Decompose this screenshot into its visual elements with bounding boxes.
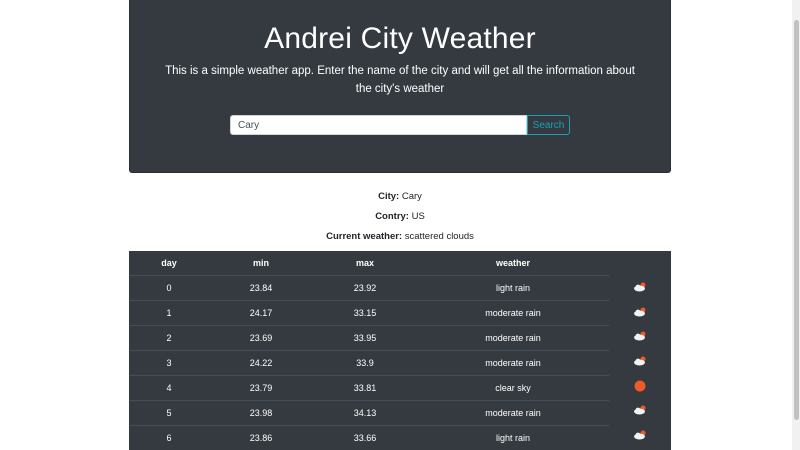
column-header-weather: weather bbox=[495, 258, 530, 268]
column-header-day: day bbox=[161, 258, 177, 268]
city-search-input[interactable] bbox=[230, 115, 527, 135]
icon-cell bbox=[609, 275, 671, 300]
cloud-sun-icon bbox=[634, 405, 646, 415]
country-label: Contry: bbox=[375, 211, 409, 222]
sun-icon bbox=[634, 380, 646, 392]
country-info: Contry: US bbox=[0, 211, 800, 222]
forecast-table: day min max weather 0 23.84 23.92 light … bbox=[129, 251, 671, 450]
table-row: 2 23.69 33.95 moderate rain bbox=[129, 325, 609, 351]
table-row: 0 23.84 23.92 light rain bbox=[129, 275, 609, 301]
search-button[interactable]: Search bbox=[527, 115, 570, 135]
city-info: City: Cary bbox=[0, 191, 800, 202]
max-cell: 33.81 bbox=[313, 375, 417, 401]
weather-cell: moderate rain bbox=[417, 400, 609, 426]
column-header-max: max bbox=[355, 258, 374, 268]
day-cell: 1 bbox=[129, 300, 209, 326]
weather-cell: moderate rain bbox=[417, 325, 609, 351]
min-cell: 24.22 bbox=[209, 350, 313, 376]
cloud-sun-icon bbox=[634, 356, 646, 366]
search-bar: Search bbox=[230, 115, 570, 135]
max-cell: 34.13 bbox=[313, 400, 417, 426]
cloud-sun-icon bbox=[634, 331, 646, 341]
min-cell: 23.86 bbox=[209, 425, 313, 450]
max-cell: 33.15 bbox=[313, 300, 417, 326]
weather-cell: light rain bbox=[417, 275, 609, 301]
table-row: 5 23.98 34.13 moderate rain bbox=[129, 400, 609, 426]
city-value: Cary bbox=[401, 191, 422, 202]
app-description: This is a simple weather app. Enter the … bbox=[165, 65, 635, 95]
icon-cell bbox=[609, 373, 671, 398]
min-cell: 23.69 bbox=[209, 325, 313, 351]
min-cell: 23.98 bbox=[209, 400, 313, 426]
max-cell: 33.66 bbox=[313, 425, 417, 450]
weather-cell: moderate rain bbox=[417, 350, 609, 376]
day-cell: 4 bbox=[129, 375, 209, 401]
header-banner: Andrei City Weather This is a simple wea… bbox=[129, 0, 671, 173]
icon-cell bbox=[609, 300, 671, 325]
cloud-sun-icon bbox=[634, 430, 646, 440]
weather-cell: light rain bbox=[417, 425, 609, 450]
icon-cell bbox=[609, 324, 671, 349]
current-weather-label: Current weather: bbox=[326, 231, 403, 242]
icon-cell bbox=[609, 349, 671, 374]
city-label: City: bbox=[378, 191, 400, 202]
page-title: Andrei City Weather bbox=[264, 22, 536, 55]
icon-cell bbox=[609, 423, 671, 448]
min-cell: 23.79 bbox=[209, 375, 313, 401]
current-weather-info: Current weather: scattered clouds bbox=[0, 231, 800, 242]
day-cell: 5 bbox=[129, 400, 209, 426]
table-row: 6 23.86 33.66 light rain bbox=[129, 425, 609, 450]
day-cell: 6 bbox=[129, 425, 209, 450]
table-row: 1 24.17 33.15 moderate rain bbox=[129, 300, 609, 326]
scrollbar-thumb[interactable] bbox=[794, 20, 799, 420]
day-cell: 2 bbox=[129, 325, 209, 351]
weather-icon-column bbox=[609, 275, 671, 447]
cloud-sun-icon bbox=[634, 282, 646, 292]
min-cell: 23.84 bbox=[209, 275, 313, 301]
max-cell: 23.92 bbox=[313, 275, 417, 301]
icon-cell bbox=[609, 398, 671, 423]
country-value: US bbox=[411, 211, 425, 222]
column-header-min: min bbox=[252, 258, 269, 268]
max-cell: 33.9 bbox=[313, 350, 417, 376]
cloud-sun-icon bbox=[634, 307, 646, 317]
weather-cell: clear sky bbox=[417, 375, 609, 401]
day-cell: 0 bbox=[129, 275, 209, 301]
table-header-row: day min max weather bbox=[129, 251, 609, 276]
table-row: 3 24.22 33.9 moderate rain bbox=[129, 350, 609, 376]
max-cell: 33.95 bbox=[313, 325, 417, 351]
min-cell: 24.17 bbox=[209, 300, 313, 326]
current-weather-value: scattered clouds bbox=[404, 231, 474, 242]
table-row: 4 23.79 33.81 clear sky bbox=[129, 375, 609, 401]
page-scrollbar[interactable] bbox=[792, 0, 800, 450]
weather-cell: moderate rain bbox=[417, 300, 609, 326]
day-cell: 3 bbox=[129, 350, 209, 376]
